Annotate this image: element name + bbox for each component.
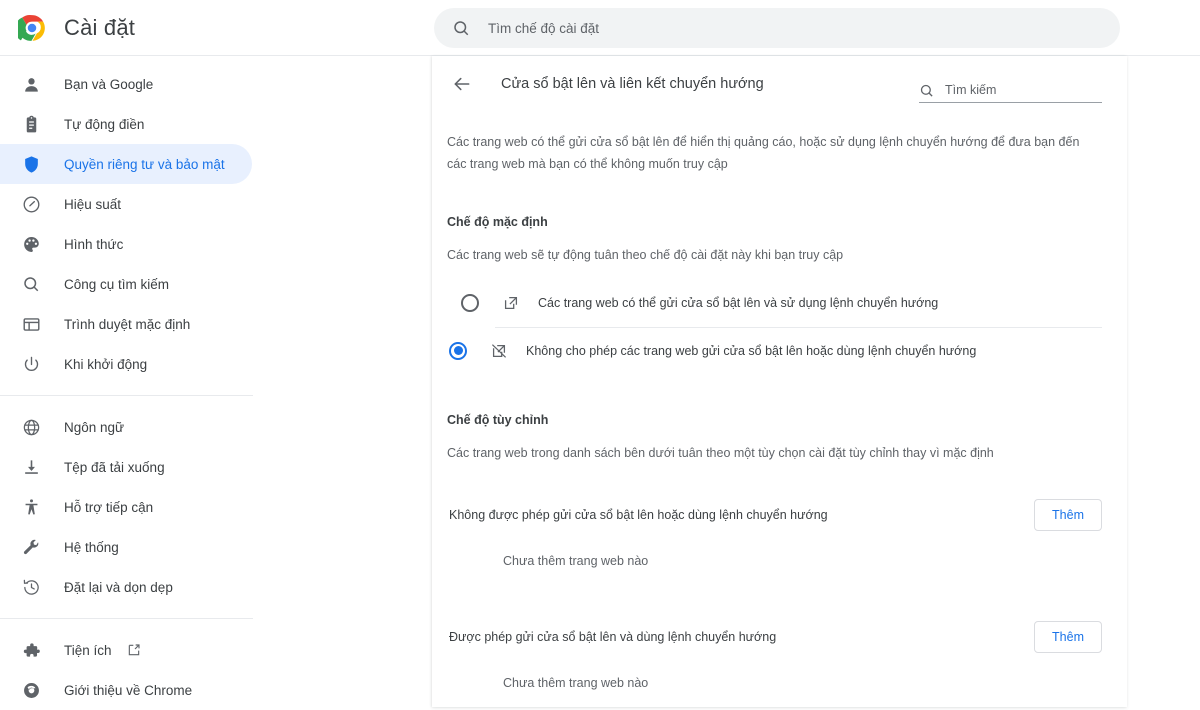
blocked-sites-header: Không được phép gửi cửa sổ bật lên hoặc … xyxy=(447,492,1102,538)
radio-button[interactable] xyxy=(461,294,479,313)
radio-allow-popups[interactable]: Các trang web có thể gửi cửa sổ bật lên … xyxy=(447,280,1102,327)
sidebar-item-label: Hình thức xyxy=(64,236,124,252)
puzzle-icon xyxy=(20,639,42,661)
section-title: Cửa sổ bật lên và liên kết chuyển hướng xyxy=(501,76,764,92)
section-search-input[interactable] xyxy=(943,82,1093,98)
power-icon xyxy=(20,353,42,375)
radio-label: Các trang web có thể gửi cửa sổ bật lên … xyxy=(538,296,939,311)
sidebar-item-default-browser[interactable]: Trình duyệt mặc định xyxy=(0,304,252,344)
globe-icon xyxy=(20,416,42,438)
sidebar-item-label: Tự động điền xyxy=(64,116,145,132)
sidebar-item-search-engine[interactable]: Công cụ tìm kiếm xyxy=(0,264,252,304)
radio-button[interactable] xyxy=(449,341,467,360)
sidebar-item-label: Khi khởi động xyxy=(64,356,148,372)
sidebar-item-label: Công cụ tìm kiếm xyxy=(64,276,170,292)
download-icon xyxy=(20,456,42,478)
sidebar-item-system[interactable]: Hệ thống xyxy=(0,527,252,567)
allowed-sites-title: Được phép gửi cửa sổ bật lên và dùng lện… xyxy=(449,629,777,644)
allowed-sites-block: Được phép gửi cửa sổ bật lên và dùng lện… xyxy=(447,614,1102,690)
sidebar-item-privacy-and-security[interactable]: Quyền riêng tư và bảo mật xyxy=(0,144,252,184)
sidebar-item-label: Tiện ích xyxy=(64,642,112,658)
sidebar-item-autofill[interactable]: Tự động điền xyxy=(0,104,252,144)
search-icon xyxy=(20,273,42,295)
sidebar-item-label: Đặt lại và dọn dẹp xyxy=(64,579,173,595)
search-input[interactable] xyxy=(486,19,1086,37)
chrome-logo-icon xyxy=(14,14,46,42)
search-icon xyxy=(452,19,470,37)
sidebar-item-reset-and-clean-up[interactable]: Đặt lại và dọn dẹp xyxy=(0,567,252,607)
open-in-new-off-icon xyxy=(489,341,509,361)
sidebar-item-languages[interactable]: Ngôn ngữ xyxy=(0,407,252,447)
sidebar-item-accessibility[interactable]: Hỗ trợ tiếp cận xyxy=(0,487,252,527)
person-icon xyxy=(20,73,42,95)
top-bar: Cài đặt xyxy=(0,0,1200,56)
page-description: Các trang web có thể gửi cửa sổ bật lên … xyxy=(447,135,1080,171)
blocked-sites-block: Không được phép gửi cửa sổ bật lên hoặc … xyxy=(447,492,1102,568)
add-allowed-site-button[interactable]: Thêm xyxy=(1034,620,1102,653)
sidebar-item-label: Ngôn ngữ xyxy=(64,419,125,435)
palette-icon xyxy=(20,233,42,255)
sidebar-item-label: Hệ thống xyxy=(64,539,119,555)
add-blocked-site-button[interactable]: Thêm xyxy=(1034,498,1102,531)
settings-search-box[interactable] xyxy=(434,8,1120,48)
content-body: Các trang web có thể gửi cửa sổ bật lên … xyxy=(432,132,1127,690)
sidebar-item-label: Bạn và Google xyxy=(64,76,154,92)
default-mode-title: Chế độ mặc định xyxy=(447,214,548,229)
page-title: Cài đặt xyxy=(64,14,136,40)
default-mode-radio-group: Các trang web có thể gửi cửa sổ bật lên … xyxy=(447,280,1102,374)
sidebar-item-label: Hỗ trợ tiếp cận xyxy=(64,499,154,515)
sidebar-item-label: Quyền riêng tư và bảo mật xyxy=(64,156,225,172)
allowed-sites-header: Được phép gửi cửa sổ bật lên và dùng lện… xyxy=(447,614,1102,660)
shield-icon xyxy=(20,153,42,175)
chrome-outline-icon xyxy=(20,679,42,701)
radio-label: Không cho phép các trang web gửi cửa sổ … xyxy=(526,343,977,358)
search-icon xyxy=(919,83,934,98)
sidebar-item-appearance[interactable]: Hình thức xyxy=(0,224,252,264)
sidebar-divider xyxy=(0,618,253,619)
back-arrow-icon[interactable] xyxy=(450,72,474,96)
sidebar-item-label: Hiệu suất xyxy=(64,196,122,212)
sidebar-item-extensions[interactable]: Tiện ích xyxy=(0,630,252,670)
accessibility-icon xyxy=(20,496,42,518)
open-in-new-icon[interactable] xyxy=(126,642,142,658)
sidebar: Bạn và Google Tự động điền Quyền riêng t… xyxy=(0,56,432,707)
sidebar-item-label: Tệp đã tải xuống xyxy=(64,459,165,475)
sidebar-item-downloads[interactable]: Tệp đã tải xuống xyxy=(0,447,252,487)
brand-area: Cài đặt xyxy=(0,14,432,42)
default-mode-subtitle: Các trang web sẽ tự động tuân theo chế đ… xyxy=(447,247,844,262)
open-in-new-icon xyxy=(501,293,521,313)
wrench-icon xyxy=(20,536,42,558)
blocked-sites-empty-state: Chưa thêm trang web nào xyxy=(503,553,649,568)
content-card: Cửa sổ bật lên và liên kết chuyển hướng … xyxy=(432,56,1127,707)
speedometer-icon xyxy=(20,193,42,215)
custom-mode-subtitle: Các trang web trong danh sách bên dưới t… xyxy=(447,445,994,460)
sidebar-item-label: Giới thiệu về Chrome xyxy=(64,682,193,698)
custom-mode-title: Chế độ tùy chỉnh xyxy=(447,412,549,427)
sidebar-divider xyxy=(0,395,253,396)
sidebar-item-you-and-google[interactable]: Bạn và Google xyxy=(0,64,252,104)
allowed-sites-empty-state: Chưa thêm trang web nào xyxy=(503,675,649,690)
browser-window-icon xyxy=(20,313,42,335)
sidebar-item-performance[interactable]: Hiệu suất xyxy=(0,184,252,224)
radio-block-popups[interactable]: Không cho phép các trang web gửi cửa sổ … xyxy=(449,326,1102,374)
sidebar-item-on-startup[interactable]: Khi khởi động xyxy=(0,344,252,384)
section-search-box[interactable] xyxy=(919,82,1102,103)
sidebar-item-about-chrome[interactable]: Giới thiệu về Chrome xyxy=(0,670,252,710)
sidebar-item-label: Trình duyệt mặc định xyxy=(64,316,191,332)
content-header: Cửa sổ bật lên và liên kết chuyển hướng xyxy=(432,56,1127,112)
history-restore-icon xyxy=(20,576,42,598)
clipboard-icon xyxy=(20,113,42,135)
blocked-sites-title: Không được phép gửi cửa sổ bật lên hoặc … xyxy=(449,507,828,522)
